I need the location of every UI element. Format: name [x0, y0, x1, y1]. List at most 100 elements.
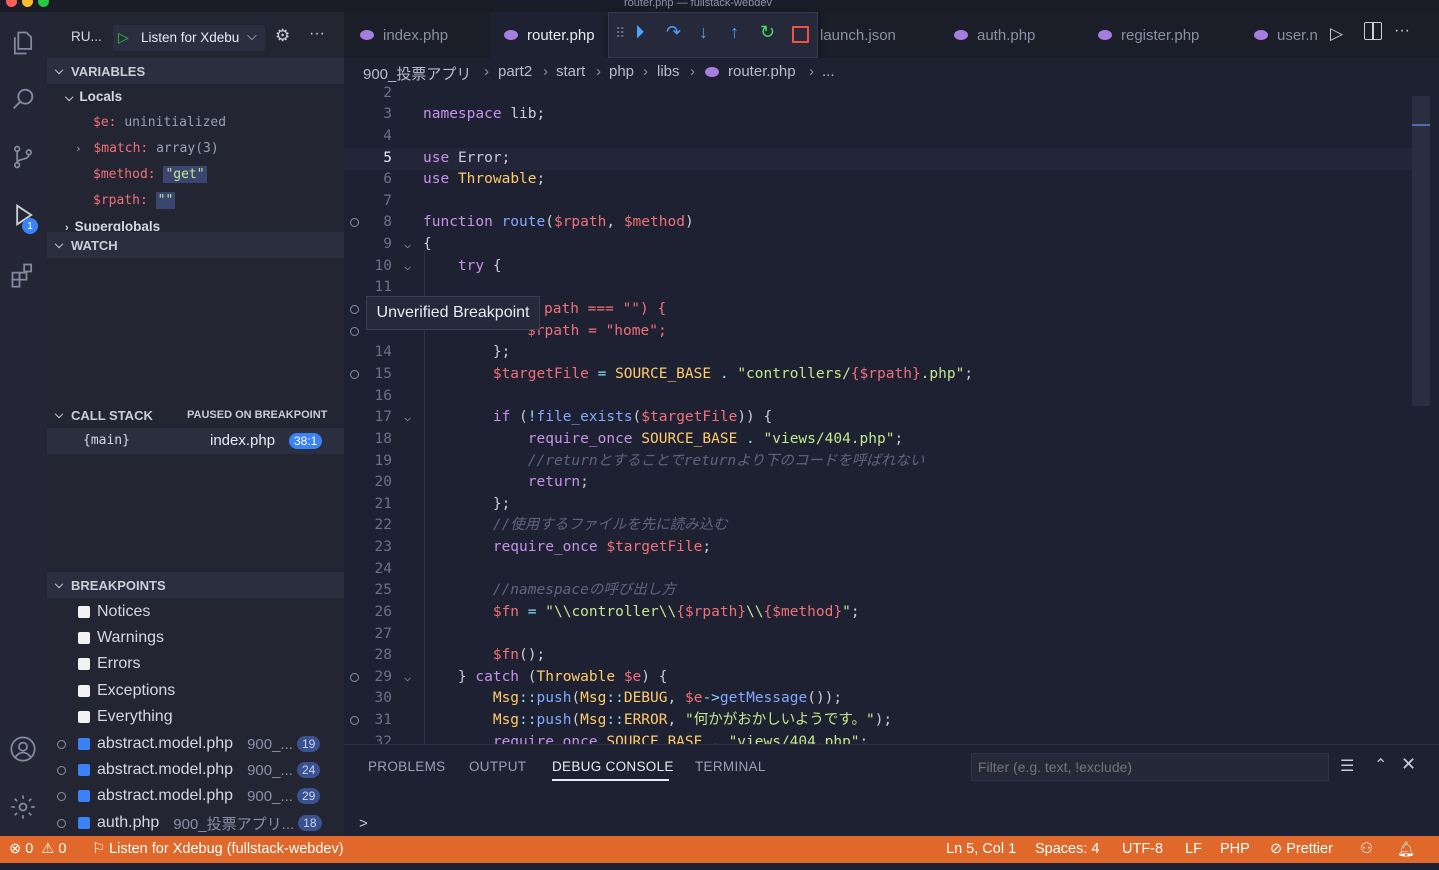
stop-icon[interactable] — [792, 26, 809, 43]
clear-console-icon[interactable]: ☰ — [1340, 756, 1354, 776]
end-of-line[interactable]: LF — [1185, 841, 1202, 857]
line-number: 24 — [374, 561, 392, 577]
breakpoints-section-header[interactable]: ⌵ BREAKPOINTS — [47, 572, 344, 598]
debug-config-status[interactable]: ⚐ Listen for Xdebug (fullstack-webdev) — [92, 841, 344, 857]
language-mode[interactable]: PHP — [1220, 841, 1250, 857]
variable-match[interactable]: › $match: array(3) — [75, 141, 219, 156]
stack-frame-main[interactable]: {main} index.php 38:1 — [47, 428, 344, 454]
continue-icon[interactable]: ⏵ — [635, 22, 645, 44]
maximize-window-button[interactable] — [38, 0, 49, 7]
variables-section-header[interactable]: ⌵ VARIABLES — [47, 58, 344, 84]
tab-output[interactable]: OUTPUT — [469, 759, 526, 774]
tab-router-php[interactable]: router.php — [490, 12, 608, 58]
breadcrumb-item[interactable]: 900_投票アプリ — [363, 63, 471, 84]
breadcrumb-item[interactable]: part2 — [498, 63, 532, 80]
breadcrumb-item[interactable]: php — [609, 63, 634, 80]
editor-tab-bar: index.php router.php launch.json auth.ph… — [344, 12, 1439, 58]
tab-terminal[interactable]: TERMINAL — [695, 759, 766, 774]
run-debug-icon[interactable]: 1 — [4, 196, 42, 234]
start-debug-icon[interactable]: ▷ — [118, 29, 129, 46]
fold-chevron-icon[interactable]: ⌵ — [404, 234, 411, 256]
formatter-status[interactable]: ⊘ Prettier — [1270, 841, 1333, 857]
source-control-icon[interactable] — [4, 138, 42, 176]
unverified-breakpoint-icon[interactable] — [350, 327, 359, 336]
account-icon[interactable] — [4, 730, 42, 768]
fold-chevron-icon[interactable]: ⌵ — [404, 256, 411, 278]
exception-breakpoint-exceptions[interactable]: Exceptions — [47, 678, 344, 704]
tab-debug-console[interactable]: DEBUG CONSOLE — [552, 759, 674, 774]
breadcrumb-item[interactable]: libs — [657, 63, 680, 80]
close-panel-icon[interactable]: ✕ — [1401, 754, 1416, 775]
close-window-button[interactable] — [6, 0, 17, 7]
breakpoint-item[interactable]: abstract.model.php 900_... 29 — [47, 783, 344, 809]
variable-name: $match: — [93, 141, 149, 156]
checkbox[interactable] — [78, 606, 90, 618]
settings-gear-icon[interactable] — [4, 788, 42, 826]
launch-config-select[interactable]: ▷ Listen for Xdebu ⌵ — [113, 25, 265, 51]
console-prompt[interactable]: > — [359, 815, 368, 832]
checkbox[interactable] — [78, 658, 90, 670]
live-share-icon[interactable]: ⚇ — [1360, 841, 1373, 857]
checkbox[interactable] — [78, 790, 90, 802]
scrollbar-thumb[interactable] — [1412, 96, 1430, 406]
split-editor-icon[interactable] — [1364, 22, 1382, 40]
variable-method[interactable]: $method: "get" — [93, 166, 207, 183]
more-actions-icon[interactable]: ··· — [1394, 22, 1410, 40]
drag-handle-icon[interactable]: ⠿ — [615, 25, 625, 42]
run-file-icon[interactable]: ▷ — [1330, 24, 1343, 44]
more-actions-icon[interactable]: ··· — [309, 25, 325, 43]
breakpoint-line-badge: 19 — [296, 736, 321, 752]
watch-section-header[interactable]: ⌵ WATCH — [47, 232, 344, 258]
explorer-icon[interactable] — [4, 24, 42, 62]
console-filter-input[interactable] — [971, 753, 1329, 781]
exception-breakpoint-warnings[interactable]: Warnings — [47, 625, 344, 651]
notifications-bell-icon[interactable]: 🔔︎ — [1397, 841, 1415, 858]
checkbox[interactable] — [78, 764, 90, 776]
problems-indicator[interactable]: ⊗ 0 ⚠ 0 — [9, 841, 66, 857]
tab-label: auth.php — [977, 26, 1036, 44]
checkbox[interactable] — [78, 632, 90, 644]
exception-breakpoint-notices[interactable]: Notices — [47, 599, 344, 625]
breadcrumb-item[interactable]: router.php — [728, 63, 796, 80]
tab-auth-php[interactable]: auth.php — [938, 12, 1078, 58]
bottom-panel: PROBLEMS OUTPUT DEBUG CONSOLE TERMINAL ☰… — [344, 744, 1439, 837]
variable-e[interactable]: $e: uninitialized — [93, 115, 226, 130]
superglobals-scope[interactable]: › Superglobals — [65, 219, 160, 231]
tab-launch-json[interactable]: launch.json — [818, 12, 938, 58]
restart-icon[interactable]: ↻ — [760, 22, 775, 43]
breakpoint-file: abstract.model.php — [97, 735, 234, 752]
fold-chevron-icon[interactable]: ⌵ — [404, 407, 411, 429]
tab-index-php[interactable]: index.php — [344, 12, 490, 58]
cursor-position[interactable]: Ln 5, Col 1 — [946, 841, 1016, 857]
breadcrumb-item[interactable]: start — [556, 63, 585, 80]
maximize-panel-icon[interactable]: ⌃ — [1374, 755, 1387, 775]
checkbox[interactable] — [78, 738, 90, 750]
unverified-breakpoint-icon[interactable] — [350, 305, 359, 314]
breakpoint-item[interactable]: abstract.model.php 900_... 19 — [47, 731, 344, 757]
checkbox[interactable] — [78, 817, 90, 829]
step-into-icon[interactable]: ↓ — [699, 22, 708, 43]
tab-problems[interactable]: PROBLEMS — [368, 759, 445, 774]
breakpoint-item[interactable]: auth.php 900_投票アプリ... 18 — [47, 810, 344, 836]
fold-chevron-icon[interactable]: ⌵ — [404, 667, 411, 689]
breadcrumb-item[interactable]: ... — [822, 63, 835, 80]
code-editor[interactable]: 2 3 namespace lib; 4 5 use Error; 6 use Thr… — [344, 86, 1439, 744]
variable-rpath[interactable]: $rpath: "" — [93, 192, 176, 209]
callstack-section-header[interactable]: ⌵ CALL STACK PAUSED ON BREAKPOINT — [47, 402, 344, 428]
tab-register-php[interactable]: register.php — [1082, 12, 1242, 58]
breakpoint-item[interactable]: abstract.model.php 900_... 24 — [47, 757, 344, 783]
extensions-icon[interactable] — [4, 256, 42, 294]
settings-gear-icon[interactable]: ⚙ — [275, 26, 290, 46]
checkbox[interactable] — [78, 685, 90, 697]
minimize-window-button[interactable] — [22, 0, 33, 7]
checkbox[interactable] — [78, 711, 90, 723]
step-over-icon[interactable]: ↷ — [666, 22, 681, 43]
locals-scope[interactable]: ⌵ Locals — [65, 89, 122, 105]
exception-breakpoint-errors[interactable]: Errors — [47, 651, 344, 677]
encoding[interactable]: UTF-8 — [1122, 841, 1163, 857]
exception-breakpoint-everything[interactable]: Everything — [47, 704, 344, 730]
search-icon[interactable] — [4, 80, 42, 118]
step-out-icon[interactable]: ↑ — [730, 22, 739, 43]
tab-user-php[interactable]: user.n — [1242, 12, 1332, 58]
indentation[interactable]: Spaces: 4 — [1035, 841, 1100, 857]
